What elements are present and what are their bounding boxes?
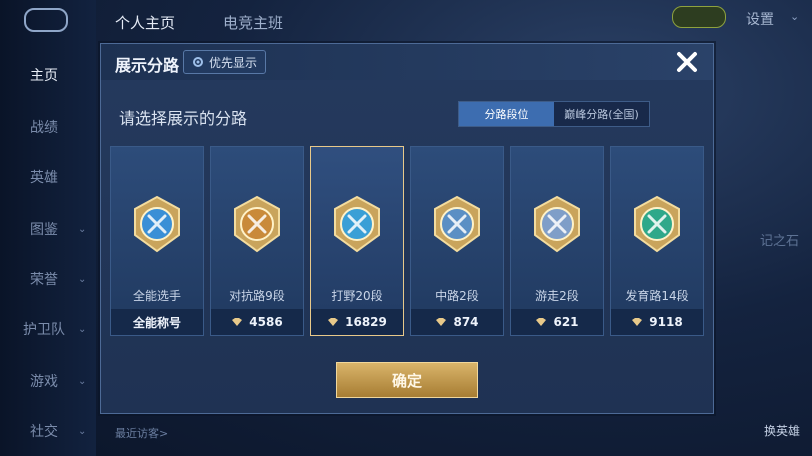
dialog-title: 展示分路	[115, 56, 180, 75]
sidebar-item-label: 社交	[30, 424, 58, 440]
roam-badge-icon	[534, 195, 580, 253]
tab-personal-home[interactable]: 个人主页	[115, 12, 175, 33]
lane-score: 全能称号	[111, 309, 203, 335]
lane-score-value: 16829	[345, 315, 387, 329]
profile-tabs: 个人主页 电竞主班	[115, 12, 283, 33]
lane-score: 874	[411, 309, 503, 335]
close-icon[interactable]	[673, 48, 701, 76]
lane-name: 中路2段	[435, 289, 479, 303]
lane-card-list: 全能选手 全能称号 对抗路9段 4586 打野20段 16829 中路2段 874 游走2段 62…	[109, 146, 705, 336]
lane-card-0[interactable]: 全能选手 全能称号	[110, 146, 204, 336]
tab-esports[interactable]: 电竞主班	[223, 12, 283, 33]
sidebar-item-label: 护卫队	[23, 322, 65, 338]
score-diamond-icon	[632, 318, 643, 326]
lane-name: 游走2段	[535, 289, 579, 303]
gear-icon	[193, 57, 203, 67]
lane-name: 对抗路9段	[229, 289, 285, 303]
sidebar-item-4[interactable]: 荣誉 ⌄	[0, 269, 96, 289]
swap-hero-button[interactable]: 换英雄	[764, 422, 800, 439]
settings-button[interactable]: 设置	[746, 9, 774, 29]
back-button[interactable]	[24, 8, 68, 32]
lane-name: 打野20段	[331, 289, 383, 303]
clash-lane-badge-icon	[234, 195, 280, 253]
score-diamond-icon	[536, 318, 547, 326]
lane-card-3[interactable]: 中路2段 874	[410, 146, 504, 336]
lane-score-value: 874	[453, 315, 479, 329]
chevron-down-icon: ⌄	[78, 323, 87, 335]
confirm-button[interactable]: 确定	[336, 362, 478, 398]
score-diamond-icon	[328, 318, 339, 326]
sidebar-item-7[interactable]: 社交 ⌄	[0, 421, 96, 441]
chevron-down-icon: ⌄	[78, 425, 87, 437]
score-diamond-icon	[436, 318, 447, 326]
lane-score-value: 全能称号	[132, 315, 181, 330]
lane-score: 9118	[611, 309, 703, 335]
recent-visitors-link[interactable]: 最近访客>	[115, 425, 168, 441]
sidebar-item-5[interactable]: 护卫队 ⌄	[0, 319, 96, 339]
sidebar-item-6[interactable]: 游戏 ⌄	[0, 371, 96, 391]
lane-score: 16829	[311, 309, 403, 335]
farm-lane-badge-icon	[634, 195, 680, 253]
lane-score-value: 621	[553, 315, 579, 329]
chevron-down-icon: ⌄	[78, 223, 87, 235]
lane-score: 621	[511, 309, 603, 335]
sidebar-item-label: 主页	[30, 68, 58, 84]
ranking-type-toggle: 分路段位 巅峰分路(全国)	[458, 101, 650, 127]
chevron-down-icon: ⌄	[790, 10, 800, 23]
priority-display-label: 优先显示	[209, 55, 258, 70]
lane-card-2[interactable]: 打野20段 16829	[310, 146, 404, 336]
chevron-down-icon: ⌄	[78, 375, 87, 387]
score-diamond-icon	[232, 318, 243, 326]
lane-name: 发育路14段	[625, 289, 689, 303]
sidebar-item-label: 游戏	[30, 374, 58, 390]
lane-name: 全能选手	[132, 289, 181, 303]
sidebar-item-label: 荣誉	[30, 272, 58, 288]
sidebar-item-label: 英雄	[30, 170, 58, 186]
lane-card-4[interactable]: 游走2段 621	[510, 146, 604, 336]
sidebar-item-1[interactable]: 战绩	[0, 117, 96, 137]
chevron-down-icon: ⌄	[78, 273, 87, 285]
sidebar-item-label: 图鉴	[30, 222, 58, 238]
toggle-lane-rank[interactable]: 分路段位	[459, 102, 554, 126]
side-caption: 记之石	[760, 234, 800, 249]
sidebar-item-label: 战绩	[30, 120, 58, 136]
lane-score-value: 9118	[649, 315, 683, 329]
lane-card-5[interactable]: 发育路14段 9118	[610, 146, 704, 336]
toggle-peak-lane[interactable]: 巅峰分路(全国)	[554, 102, 649, 126]
lane-display-dialog: 展示分路 优先显示 请选择展示的分路 分路段位 巅峰分路(全国) 全能选手全能称…	[100, 43, 714, 414]
sidebar-item-0[interactable]: 主页	[0, 65, 96, 85]
sidebar-item-3[interactable]: 图鉴 ⌄	[0, 219, 96, 239]
all-round-badge-icon	[134, 195, 180, 253]
sidebar-item-2[interactable]: 英雄	[0, 167, 96, 187]
currency-badge	[672, 6, 726, 28]
lane-card-1[interactable]: 对抗路9段 4586	[210, 146, 304, 336]
lane-score: 4586	[211, 309, 303, 335]
lane-score-value: 4586	[249, 315, 283, 329]
dialog-subtitle: 请选择展示的分路	[119, 109, 248, 128]
jungle-badge-icon	[334, 195, 380, 253]
mid-lane-badge-icon	[434, 195, 480, 253]
priority-display-button[interactable]: 优先显示	[183, 50, 267, 74]
